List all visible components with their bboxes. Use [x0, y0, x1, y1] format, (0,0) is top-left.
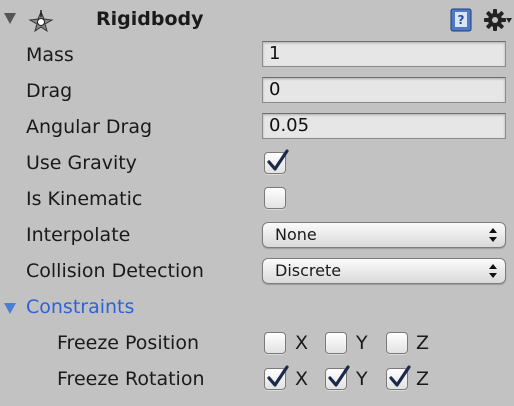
- foldout-expanded-icon[interactable]: [4, 303, 16, 314]
- dropdown-arrows-icon: [489, 264, 497, 278]
- collision-detection-dropdown[interactable]: Discrete: [262, 258, 506, 284]
- angular-drag-field[interactable]: 0.05: [262, 113, 506, 139]
- drag-field[interactable]: 0: [262, 77, 506, 103]
- freeze-rotation-z-checkbox[interactable]: [386, 365, 411, 390]
- is-kinematic-label: Is Kinematic: [26, 188, 143, 210]
- freeze-rotation-label: Freeze Rotation: [57, 368, 205, 390]
- checkmark-icon: [389, 365, 411, 387]
- interpolate-label: Interpolate: [26, 224, 131, 246]
- interpolate-dropdown[interactable]: None: [262, 222, 506, 248]
- angular-drag-row: Angular Drag 0.05: [0, 109, 514, 145]
- interpolate-value: None: [275, 225, 317, 244]
- rigidbody-icon: [28, 10, 54, 33]
- freeze-position-z-checkbox[interactable]: [386, 332, 408, 354]
- use-gravity-row: Use Gravity: [0, 145, 514, 181]
- checkmark-icon: [267, 149, 289, 171]
- mass-field[interactable]: 1: [262, 41, 506, 67]
- drag-row: Drag 0: [0, 73, 514, 109]
- freeze-rotation-z-label: Z: [416, 368, 430, 390]
- gear-icon[interactable]: [484, 8, 512, 32]
- freeze-position-y-checkbox[interactable]: [325, 332, 347, 354]
- is-kinematic-checkbox[interactable]: [264, 187, 286, 209]
- freeze-position-y-label: Y: [356, 332, 368, 354]
- collision-detection-value: Discrete: [275, 261, 342, 280]
- freeze-position-z-label: Z: [416, 332, 430, 354]
- is-kinematic-row: Is Kinematic: [0, 181, 514, 217]
- foldout-triangle-icon[interactable]: [4, 13, 16, 24]
- checkmark-icon: [267, 365, 289, 387]
- freeze-position-row: Freeze Position X Y Z: [0, 325, 514, 361]
- interpolate-row: Interpolate None: [0, 217, 514, 253]
- use-gravity-label: Use Gravity: [26, 152, 137, 174]
- freeze-rotation-y-checkbox[interactable]: [325, 365, 350, 390]
- drag-label: Drag: [26, 80, 73, 102]
- constraints-row[interactable]: Constraints: [0, 289, 514, 325]
- mass-row: Mass 1: [0, 37, 514, 73]
- freeze-rotation-y-label: Y: [356, 368, 368, 390]
- constraints-label[interactable]: Constraints: [26, 295, 134, 319]
- freeze-position-x-label: X: [295, 332, 309, 354]
- component-title: Rigidbody: [96, 8, 204, 30]
- angular-drag-label: Angular Drag: [26, 116, 153, 138]
- freeze-position-label: Freeze Position: [57, 332, 199, 354]
- collision-detection-label: Collision Detection: [26, 260, 204, 282]
- freeze-position-x-checkbox[interactable]: [264, 332, 286, 354]
- mass-label: Mass: [26, 44, 74, 66]
- freeze-rotation-row: Freeze Rotation X Y Z: [0, 361, 514, 397]
- component-header: Rigidbody ?: [0, 0, 514, 40]
- svg-text:?: ?: [458, 13, 465, 27]
- checkmark-icon: [328, 365, 350, 387]
- collision-detection-row: Collision Detection Discrete: [0, 253, 514, 289]
- freeze-rotation-x-checkbox[interactable]: [264, 365, 289, 390]
- help-book-icon[interactable]: ?: [449, 8, 473, 32]
- freeze-rotation-x-label: X: [295, 368, 309, 390]
- use-gravity-checkbox[interactable]: [264, 149, 289, 174]
- dropdown-arrows-icon: [489, 228, 497, 242]
